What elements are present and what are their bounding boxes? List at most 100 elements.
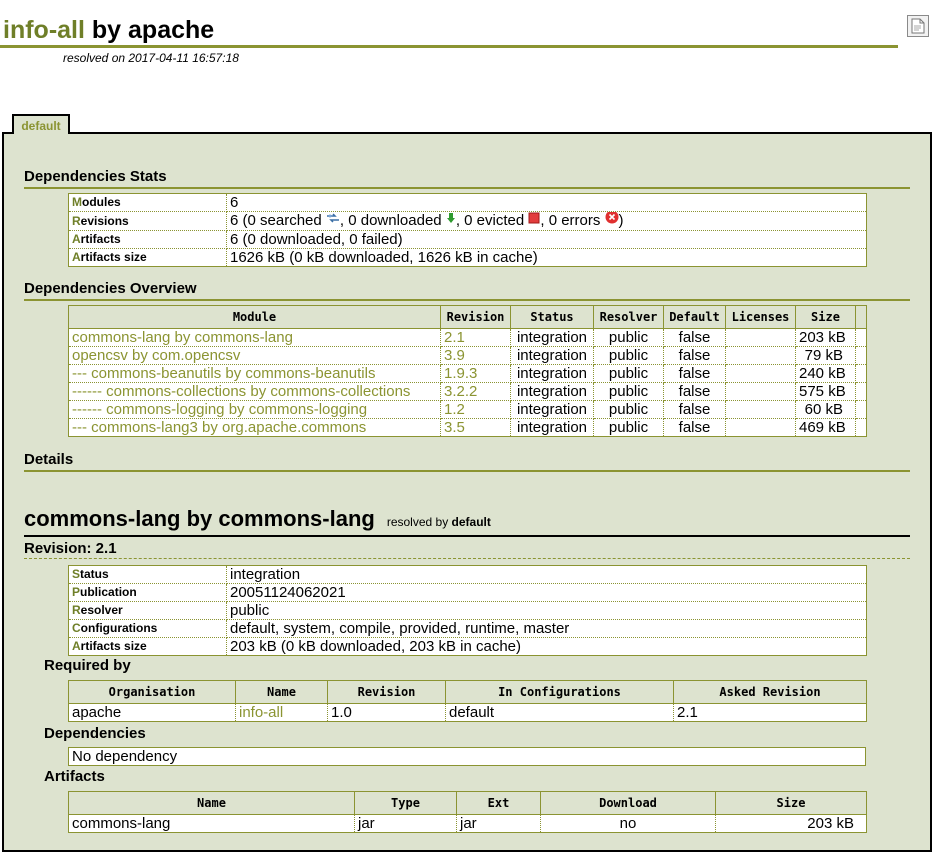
stats-row-modules: Modules 6 bbox=[68, 193, 867, 212]
resolved-by: resolved by default bbox=[386, 515, 491, 529]
column-header-status[interactable]: Status bbox=[510, 305, 594, 329]
error-x-icon bbox=[605, 211, 619, 229]
filler-cell bbox=[855, 346, 867, 365]
column-header-asked-revision[interactable]: Asked Revision bbox=[673, 680, 867, 704]
dependencies-overview-heading: Dependencies Overview bbox=[24, 280, 910, 301]
info-value: 20051124062021 bbox=[226, 583, 867, 602]
stats-table: Modules 6 Revisions 6 (0 searched , 0 do… bbox=[68, 193, 867, 268]
column-header-module[interactable]: Module bbox=[68, 305, 441, 329]
revision-link[interactable]: 1.9.3 bbox=[440, 364, 511, 383]
organisation-cell: apache bbox=[68, 703, 236, 722]
revision-link[interactable]: 1.2 bbox=[440, 400, 511, 419]
stats-row-revisions: Revisions 6 (0 searched , 0 downloaded ,… bbox=[68, 211, 867, 232]
xml-report-icon[interactable] bbox=[907, 15, 929, 37]
default-cell: false bbox=[663, 382, 726, 401]
licenses-cell bbox=[725, 382, 796, 401]
table-row: commons-lang jar jar no 203 kB bbox=[68, 814, 867, 833]
module-link[interactable]: --- commons-lang3 by org.apache.commons bbox=[68, 418, 441, 437]
column-header-type[interactable]: Type bbox=[354, 791, 457, 815]
details-heading: Details bbox=[24, 451, 910, 472]
artifacts-header-row: Name Type Ext Download Size bbox=[68, 791, 867, 815]
table-row: No dependency bbox=[68, 747, 866, 766]
table-row: apache info-all 1.0 default 2.1 bbox=[68, 703, 867, 722]
revision-link[interactable]: 3.9 bbox=[440, 346, 511, 365]
artifact-type-cell: jar bbox=[354, 814, 457, 833]
name-link[interactable]: info-all bbox=[235, 703, 328, 722]
licenses-cell bbox=[725, 346, 796, 365]
info-row-configurations: Configurations default, system, compile,… bbox=[68, 619, 867, 638]
evicted-square-icon bbox=[528, 212, 540, 228]
module-link[interactable]: --- commons-beanutils by commons-beanuti… bbox=[68, 364, 441, 383]
default-cell: false bbox=[663, 418, 726, 437]
stats-value: 1626 kB (0 kB downloaded, 1626 kB in cac… bbox=[226, 248, 867, 268]
size-cell: 469 kB bbox=[795, 418, 856, 437]
column-header-revision[interactable]: Revision bbox=[440, 305, 511, 329]
project-name: info-all bbox=[3, 16, 85, 44]
title-rule bbox=[0, 45, 898, 48]
table-row: commons-lang by commons-lang 2.1 integra… bbox=[68, 328, 867, 347]
column-header-name[interactable]: Name bbox=[68, 791, 355, 815]
info-key: Status bbox=[68, 565, 227, 584]
resolved-on-date: resolved on 2017-04-11 16:57:18 bbox=[63, 51, 239, 65]
artifacts-heading: Artifacts bbox=[44, 768, 105, 785]
licenses-cell bbox=[725, 328, 796, 347]
info-value: 203 kB (0 kB downloaded, 203 kB in cache… bbox=[226, 637, 867, 656]
search-arrows-icon bbox=[326, 212, 340, 228]
licenses-cell bbox=[725, 364, 796, 383]
info-value: default, system, compile, provided, runt… bbox=[226, 619, 867, 638]
size-cell: 575 kB bbox=[795, 382, 856, 401]
artifact-download-cell: no bbox=[540, 814, 716, 833]
filler-cell bbox=[855, 382, 867, 401]
stats-key: Artifacts size bbox=[68, 248, 227, 268]
info-row-artifacts-size: Artifacts size 203 kB (0 kB downloaded, … bbox=[68, 637, 867, 656]
info-value: public bbox=[226, 601, 867, 620]
organisation-name: apache bbox=[128, 16, 215, 44]
module-link[interactable]: opencsv by com.opencsv bbox=[68, 346, 441, 365]
info-value: integration bbox=[226, 565, 867, 584]
column-header-revision[interactable]: Revision bbox=[327, 680, 446, 704]
column-header-name[interactable]: Name bbox=[235, 680, 328, 704]
column-header-download[interactable]: Download bbox=[540, 791, 716, 815]
column-header-organisation[interactable]: Organisation bbox=[68, 680, 236, 704]
asked-revision-cell: 2.1 bbox=[673, 703, 867, 722]
stats-key: Artifacts bbox=[68, 230, 227, 250]
column-header-filler bbox=[855, 305, 867, 329]
licenses-cell bbox=[725, 400, 796, 419]
stats-value: 6 (0 downloaded, 0 failed) bbox=[226, 230, 867, 250]
module-link[interactable]: ------ commons-logging by commons-loggin… bbox=[68, 400, 441, 419]
download-arrow-icon bbox=[446, 212, 456, 228]
column-header-resolver[interactable]: Resolver bbox=[593, 305, 664, 329]
column-header-licenses[interactable]: Licenses bbox=[725, 305, 796, 329]
artifact-name-cell: commons-lang bbox=[68, 814, 355, 833]
default-cell: false bbox=[663, 400, 726, 419]
column-header-default[interactable]: Default bbox=[663, 305, 726, 329]
filler-cell bbox=[855, 328, 867, 347]
table-row: --- commons-beanutils by commons-beanuti… bbox=[68, 364, 867, 383]
module-link[interactable]: commons-lang by commons-lang bbox=[68, 328, 441, 347]
filler-cell bbox=[855, 400, 867, 419]
no-dependency-cell: No dependency bbox=[68, 747, 866, 766]
resolver-cell: public bbox=[593, 400, 664, 419]
table-row: opencsv by com.opencsv 3.9 integration p… bbox=[68, 346, 867, 365]
column-header-size[interactable]: Size bbox=[795, 305, 856, 329]
page-title: info-all by apache bbox=[3, 14, 214, 46]
revision-link[interactable]: 3.5 bbox=[440, 418, 511, 437]
artifact-size-cell: 203 kB bbox=[715, 814, 867, 833]
table-row: ------ commons-collections by commons-co… bbox=[68, 382, 867, 401]
tab-default[interactable]: default bbox=[12, 114, 70, 134]
column-header-in-configurations[interactable]: In Configurations bbox=[445, 680, 674, 704]
column-header-ext[interactable]: Ext bbox=[456, 791, 541, 815]
size-cell: 79 kB bbox=[795, 346, 856, 365]
title-by: by bbox=[91, 16, 122, 44]
revision-link[interactable]: 3.2.2 bbox=[440, 382, 511, 401]
revision-cell: 1.0 bbox=[327, 703, 446, 722]
size-cell: 240 kB bbox=[795, 364, 856, 383]
status-cell: integration bbox=[510, 346, 594, 365]
info-row-resolver: Resolver public bbox=[68, 601, 867, 620]
status-cell: integration bbox=[510, 418, 594, 437]
revision-link[interactable]: 2.1 bbox=[440, 328, 511, 347]
required-by-header-row: Organisation Name Revision In Configurat… bbox=[68, 680, 867, 704]
module-link[interactable]: ------ commons-collections by commons-co… bbox=[68, 382, 441, 401]
column-header-size[interactable]: Size bbox=[715, 791, 867, 815]
status-cell: integration bbox=[510, 328, 594, 347]
